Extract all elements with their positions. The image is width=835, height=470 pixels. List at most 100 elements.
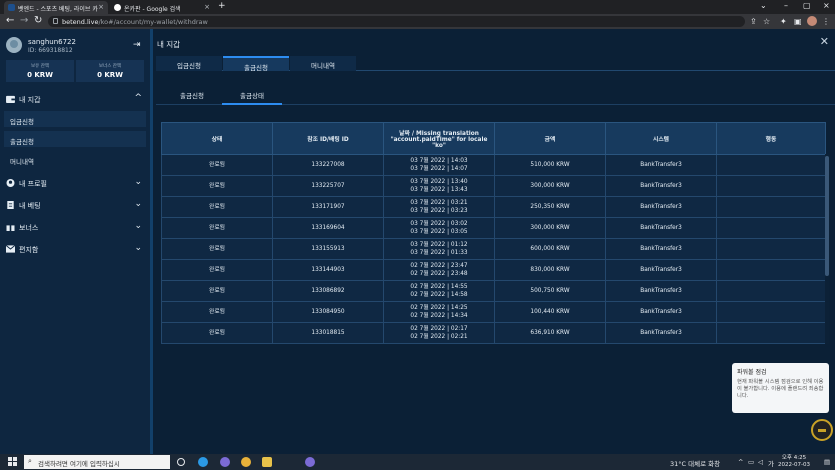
header-action: 행동 bbox=[716, 122, 826, 155]
windows-start-icon[interactable] bbox=[8, 457, 18, 467]
sidebar-section-mail[interactable]: 편지함 ⌄ bbox=[0, 240, 150, 260]
sidebar-section-profile[interactable]: 내 프로필 ⌄ bbox=[0, 174, 150, 194]
cell-system: BankTransfer3 bbox=[605, 301, 717, 323]
reload-icon[interactable]: ↻ bbox=[34, 15, 42, 26]
cell-ref-id: 133169604 bbox=[272, 217, 384, 239]
user-block: sanghun6722 ID: 669318812 ⇥ bbox=[6, 37, 146, 57]
cell-status: 완료됨 bbox=[161, 175, 273, 197]
cell-ref-id: 133086892 bbox=[272, 280, 384, 302]
edge-icon[interactable] bbox=[198, 457, 208, 467]
cell-date: 03 7월 2022 | 14:03 03 7월 2022 | 14:07 bbox=[383, 154, 495, 176]
ime-icon[interactable]: 가 bbox=[768, 458, 774, 468]
sidebar-section-wallet[interactable]: 내 지갑 ^ bbox=[0, 90, 150, 110]
tab-money-history[interactable]: 머니내역 bbox=[290, 56, 356, 71]
table-scrollbar[interactable] bbox=[825, 154, 829, 344]
folder-icon[interactable] bbox=[262, 457, 272, 467]
withdraw-subtabs: 출금신청 출금상태 bbox=[156, 81, 835, 105]
cell-amount: 300,000 KRW bbox=[494, 217, 606, 239]
cell-ref-id: 133144903 bbox=[272, 259, 384, 281]
star-icon[interactable]: ☆ bbox=[763, 17, 770, 26]
tab-search-icon[interactable]: ⌄ bbox=[760, 1, 767, 10]
url-domain: betend.live bbox=[62, 18, 99, 26]
cell-status: 완료됨 bbox=[161, 259, 273, 281]
taskbar-search-input[interactable]: ⌕ 검색하려면 여기에 입력하십시 bbox=[24, 455, 170, 469]
close-tab-icon[interactable]: × bbox=[98, 3, 104, 11]
date-paid: 03 7월 2022 | 03:05 bbox=[410, 229, 468, 235]
maintenance-toast[interactable]: 파워볼 점검 현재 파워볼 시스템 점검으로 인해 이용이 불가합니다. 이용에… bbox=[732, 363, 829, 413]
scrollbar-thumb[interactable] bbox=[825, 156, 829, 276]
table-row: 완료됨 133227008 03 7월 2022 | 14:03 03 7월 20… bbox=[161, 154, 826, 176]
tab-withdraw[interactable]: 출금신청 bbox=[223, 56, 289, 72]
table-row: 완료됨 133171907 03 7월 2022 | 03:21 03 7월 20… bbox=[161, 196, 826, 218]
subtab-withdraw-request[interactable]: 출금신청 bbox=[164, 81, 220, 105]
menu-icon[interactable]: ⋮ bbox=[822, 17, 830, 26]
extensions-icon[interactable]: ✦ bbox=[780, 17, 787, 26]
cell-system: BankTransfer3 bbox=[605, 217, 717, 239]
tray-up-icon[interactable]: ^ bbox=[738, 458, 743, 466]
subtab-withdraw-status[interactable]: 출금상태 bbox=[222, 81, 282, 105]
table-row: 완료됨 133018815 02 7월 2022 | 02:17 02 7월 20… bbox=[161, 322, 826, 344]
task-view-icon[interactable] bbox=[177, 458, 185, 466]
chevron-up-icon: ^ bbox=[134, 93, 142, 103]
date-requested: 02 7월 2022 | 14:25 bbox=[410, 305, 468, 311]
table-row: 완료됨 133086892 02 7월 2022 | 14:55 02 7월 20… bbox=[161, 280, 826, 302]
sidebar-item-withdraw[interactable]: 출금신청 bbox=[4, 131, 146, 147]
close-tab-icon[interactable]: × bbox=[204, 3, 210, 11]
cell-system: BankTransfer3 bbox=[605, 154, 717, 176]
network-icon[interactable]: ▭ bbox=[748, 458, 754, 466]
cell-amount: 636,910 KRW bbox=[494, 322, 606, 344]
browser-tab-betend[interactable]: 벳엔드 - 스포츠 베팅, 라이브 카 × bbox=[4, 1, 108, 14]
chevron-down-icon: ⌄ bbox=[134, 221, 142, 231]
close-icon[interactable]: ✕ bbox=[820, 35, 829, 48]
cell-date: 03 7월 2022 | 01:12 03 7월 2022 | 01:33 bbox=[383, 238, 495, 260]
sidebar-item-deposit[interactable]: 입금신청 bbox=[4, 111, 146, 127]
minimize-icon[interactable]: – bbox=[784, 1, 788, 10]
taskbar-clock[interactable]: 오후 4:25 2022-07-03 bbox=[778, 455, 810, 469]
sidebar-section-bonus[interactable]: 보너스 ⌄ bbox=[0, 218, 150, 238]
cell-status: 완료됨 bbox=[161, 217, 273, 239]
header-amount: 금액 bbox=[494, 122, 606, 155]
chevron-down-icon: ⌄ bbox=[134, 177, 142, 187]
cell-system: BankTransfer3 bbox=[605, 238, 717, 260]
date-paid: 03 7월 2022 | 03:23 bbox=[410, 208, 468, 214]
window-close-icon[interactable]: × bbox=[823, 1, 830, 10]
cell-date: 03 7월 2022 | 03:21 03 7월 2022 | 03:23 bbox=[383, 196, 495, 218]
cell-action bbox=[716, 217, 826, 239]
profile-avatar[interactable] bbox=[807, 16, 817, 26]
chat-button[interactable] bbox=[811, 419, 833, 441]
cell-amount: 300,000 KRW bbox=[494, 175, 606, 197]
cell-date: 03 7월 2022 | 13:40 03 7월 2022 | 13:43 bbox=[383, 175, 495, 197]
url-field[interactable]: betend.live/ko#/account/my-wallet/withdr… bbox=[48, 16, 745, 27]
weather-widget[interactable]: 31°C 대체로 화창 bbox=[670, 458, 720, 468]
app-icon-2[interactable] bbox=[305, 457, 315, 467]
chrome-icon[interactable] bbox=[241, 457, 251, 467]
sidepanel-icon[interactable]: ▣ bbox=[794, 17, 802, 26]
main-balance-label: 보유 잔액 bbox=[31, 64, 49, 69]
cell-amount: 510,000 KRW bbox=[494, 154, 606, 176]
forward-icon[interactable]: → bbox=[20, 15, 28, 26]
table-row: 완료됨 133084950 02 7월 2022 | 14:25 02 7월 20… bbox=[161, 301, 826, 323]
sidebar-section-label: 보너스 bbox=[19, 224, 39, 232]
maximize-icon[interactable]: ▢ bbox=[803, 1, 811, 10]
sidebar-section-bets[interactable]: 내 베팅 ⌄ bbox=[0, 196, 150, 216]
main-balance-box: 보유 잔액 0 KRW bbox=[6, 60, 74, 82]
browser-tab-google[interactable]: 온카판 - Google 검색 × bbox=[110, 1, 214, 14]
tab-deposit[interactable]: 입금신청 bbox=[156, 56, 222, 71]
withdraw-table-container: 상태 참조 ID/배팅 ID 날짜 / Missing translation … bbox=[161, 122, 829, 344]
logout-icon[interactable]: ⇥ bbox=[133, 40, 141, 50]
toast-body: 현재 파워볼 시스템 점검으로 인해 이용이 불가합니다. 이용에 플랜드려 죄… bbox=[737, 379, 824, 399]
wallet-icon bbox=[6, 95, 15, 103]
sidebar-item-money-history[interactable]: 머니내역 bbox=[4, 151, 146, 167]
google-favicon-icon bbox=[114, 4, 121, 11]
back-icon[interactable]: ← bbox=[6, 15, 14, 26]
app-icon[interactable] bbox=[220, 457, 230, 467]
cell-date: 02 7월 2022 | 14:25 02 7월 2022 | 14:34 bbox=[383, 301, 495, 323]
notification-icon[interactable]: ▤ bbox=[824, 458, 830, 466]
volume-icon[interactable]: ◁ bbox=[758, 458, 763, 466]
cell-system: BankTransfer3 bbox=[605, 196, 717, 218]
bonus-balance-box: 보너스 잔액 0 KRW bbox=[76, 60, 144, 82]
new-tab-icon[interactable]: + bbox=[218, 1, 226, 11]
bets-icon bbox=[7, 201, 14, 209]
share-icon[interactable]: ⇪ bbox=[750, 17, 757, 26]
cell-system: BankTransfer3 bbox=[605, 259, 717, 281]
